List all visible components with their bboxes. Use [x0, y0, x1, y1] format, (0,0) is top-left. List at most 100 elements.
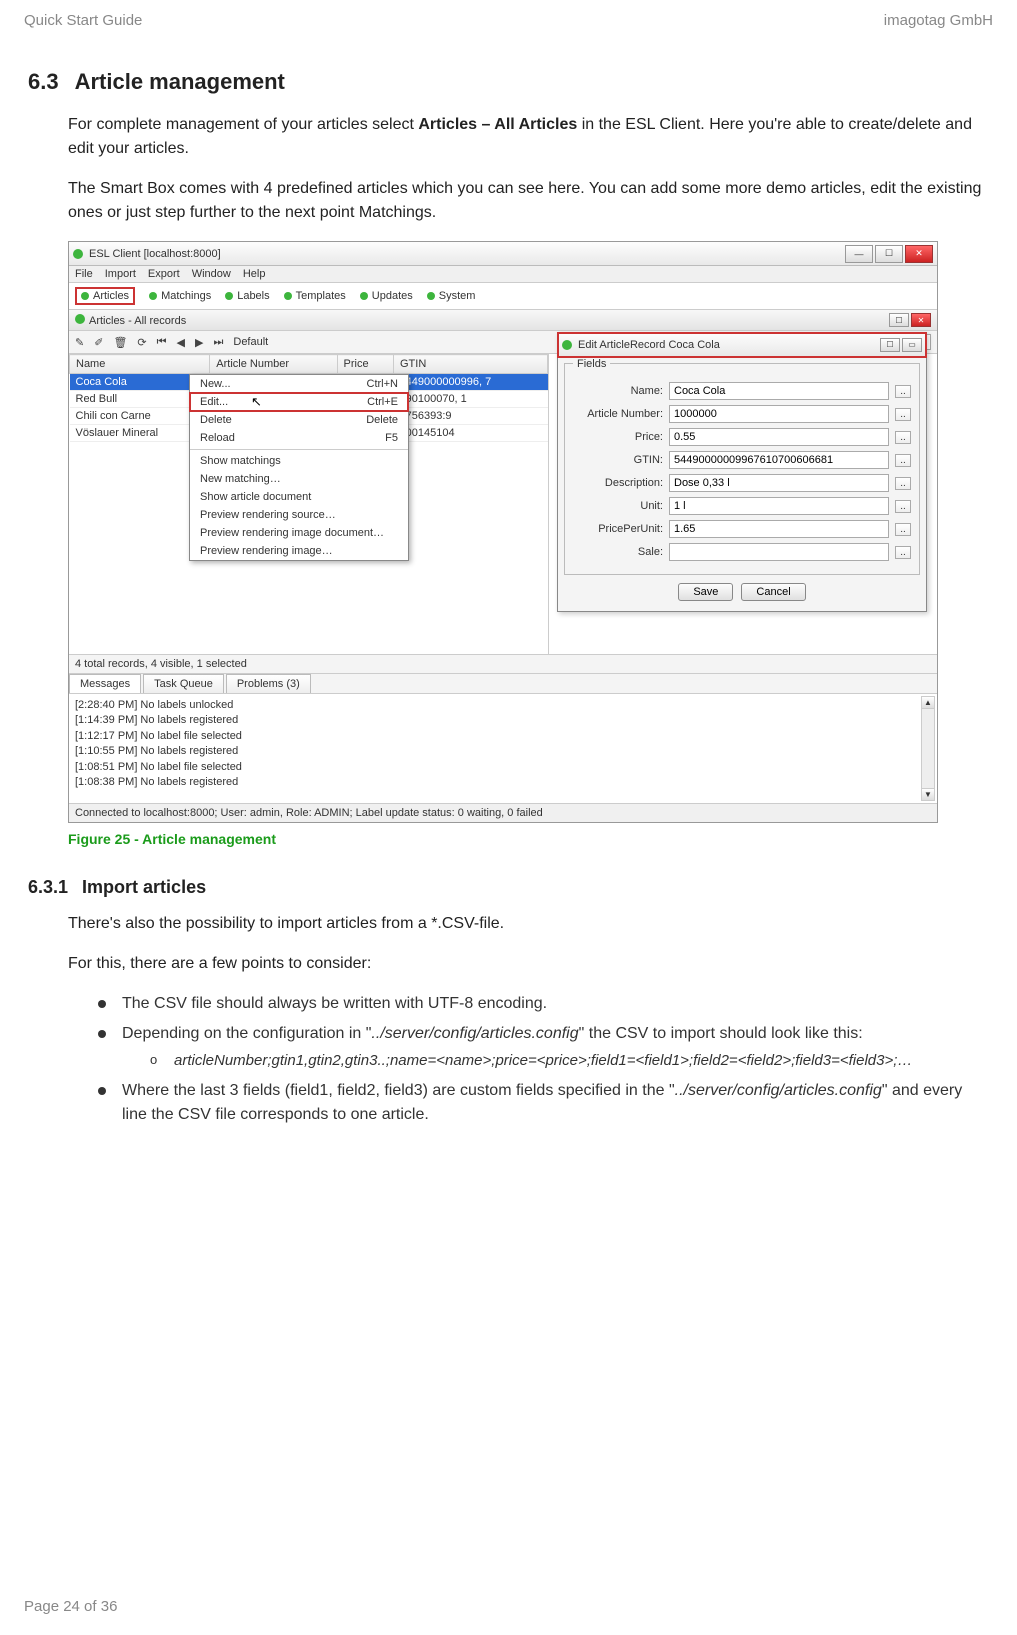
more-icon[interactable]: .. [895, 546, 911, 559]
sub-close-button[interactable]: ✕ [911, 313, 931, 327]
col-price[interactable]: Price [337, 355, 393, 374]
input-gtin[interactable] [669, 451, 889, 469]
more-icon[interactable]: .. [895, 385, 911, 398]
input-article-number[interactable] [669, 405, 889, 423]
delete-icon[interactable]: 🗑 [113, 336, 127, 349]
ctx-new-matching[interactable]: New matching… [190, 470, 408, 488]
close-button[interactable]: ✕ [905, 245, 933, 263]
label-sale: Sale: [573, 546, 663, 558]
tab-problems[interactable]: Problems (3) [226, 674, 311, 693]
menu-export[interactable]: Export [148, 268, 180, 280]
scrollbar[interactable]: ▲ ▼ [921, 696, 935, 801]
input-unit[interactable] [669, 497, 889, 515]
next-icon[interactable]: ▶ [195, 336, 203, 349]
ctx-prev-img[interactable]: Preview rendering image… [190, 542, 408, 560]
pill-templates[interactable]: Templates [284, 290, 346, 302]
ctx-label: Show matchings [200, 455, 281, 467]
ctx-label: Preview rendering image document… [200, 527, 384, 539]
more-icon[interactable]: .. [895, 523, 911, 536]
input-description[interactable] [669, 474, 889, 492]
app-titlebar: ESL Client [localhost:8000] — ☐ ✕ [69, 242, 937, 266]
pill-matchings[interactable]: Matchings [149, 290, 211, 302]
edit-icon[interactable]: ✐ [94, 336, 103, 349]
list-item: The CSV file should always be written wi… [98, 992, 989, 1016]
tab-messages[interactable]: Messages [69, 674, 141, 693]
ctx-label: Preview rendering source… [200, 509, 336, 521]
ctx-edit[interactable]: Edit... Ctrl+E [190, 393, 408, 411]
input-price-per-unit[interactable] [669, 520, 889, 538]
more-icon[interactable]: .. [895, 477, 911, 490]
menu-window[interactable]: Window [192, 268, 231, 280]
text: Depending on the configuration in " [122, 1025, 371, 1042]
dot-icon [360, 292, 368, 300]
section-num: 6.3 [28, 69, 59, 94]
ctx-shortcut: Ctrl+E [367, 396, 398, 408]
subsection-num: 6.3.1 [28, 877, 68, 897]
menu-help[interactable]: Help [243, 268, 266, 280]
label-price: Price: [573, 431, 663, 443]
edit-restore-button[interactable]: ☐ [880, 338, 900, 352]
scroll-up-icon[interactable]: ▲ [922, 697, 934, 709]
ctx-show-doc[interactable]: Show article document [190, 488, 408, 506]
label-gtin: GTIN: [573, 454, 663, 466]
ctx-reload[interactable]: ReloadF5 [190, 429, 408, 447]
para-1b-strong: Articles – All Articles [418, 116, 577, 133]
dot-icon [81, 292, 89, 300]
pill-updates[interactable]: Updates [360, 290, 413, 302]
pill-labels[interactable]: Labels [225, 290, 269, 302]
more-icon[interactable]: .. [895, 431, 911, 444]
save-button[interactable]: Save [678, 583, 733, 601]
more-icon[interactable]: .. [895, 454, 911, 467]
col-number[interactable]: Article Number [210, 355, 337, 374]
scroll-down-icon[interactable]: ▼ [922, 788, 934, 800]
edit-article-window: Edit ArticleRecord Coca Cola ☐ ▭ Fields … [557, 332, 927, 612]
prev-icon[interactable]: ◀ [177, 336, 185, 349]
input-name[interactable] [669, 382, 889, 400]
new-icon[interactable]: ✎ [75, 336, 84, 349]
col-gtin[interactable]: GTIN [394, 355, 548, 374]
minimize-button[interactable]: — [845, 245, 873, 263]
config-path: ../server/config/articles.config [371, 1025, 578, 1042]
ctx-prev-imgdoc[interactable]: Preview rendering image document… [190, 524, 408, 542]
sub-restore-button[interactable]: ☐ [889, 313, 909, 327]
pill-articles[interactable]: Articles [75, 287, 135, 305]
last-icon[interactable]: ⏭ [213, 336, 223, 349]
sub-header-title: Articles - All records [89, 315, 186, 327]
dot-icon [225, 292, 233, 300]
pill-system[interactable]: System [427, 290, 476, 302]
page-number: Page 24 of 36 [24, 1598, 117, 1615]
edit-max-button[interactable]: ▭ [902, 338, 922, 352]
pill-updates-label: Updates [372, 290, 413, 302]
menu-file[interactable]: File [75, 268, 93, 280]
tab-task-queue[interactable]: Task Queue [143, 674, 224, 693]
maximize-button[interactable]: ☐ [875, 245, 903, 263]
app-icon [73, 249, 83, 259]
connection-status: Connected to localhost:8000; User: admin… [69, 803, 937, 822]
log-line: [2:28:40 PM] No labels unlocked [75, 698, 931, 713]
nav-pills: Articles Matchings Labels Templates Upda… [69, 283, 937, 310]
dot-icon [75, 314, 85, 324]
ctx-new[interactable]: New...Ctrl+N [190, 375, 408, 393]
ctx-shortcut: Delete [366, 414, 398, 426]
pill-labels-label: Labels [237, 290, 269, 302]
label-unit: Unit: [573, 500, 663, 512]
articles-table-wrap: Name Article Number Price GTIN Coca Cola… [69, 354, 549, 654]
ctx-prev-source[interactable]: Preview rendering source… [190, 506, 408, 524]
reload-icon[interactable]: ⟳ [137, 336, 146, 349]
cell: 5449000000996, 7 [394, 374, 548, 391]
col-name[interactable]: Name [70, 355, 210, 374]
menu-import[interactable]: Import [105, 268, 136, 280]
more-icon[interactable]: .. [895, 408, 911, 421]
ctx-show-matchings[interactable]: Show matchings [190, 452, 408, 470]
first-icon[interactable]: ⏮ [157, 336, 167, 349]
cancel-button[interactable]: Cancel [741, 583, 805, 601]
input-price[interactable] [669, 428, 889, 446]
log-line: [1:14:39 PM] No labels registered [75, 713, 931, 728]
label-article-number: Article Number: [573, 408, 663, 420]
label-description: Description: [573, 477, 663, 489]
more-icon[interactable]: .. [895, 500, 911, 513]
input-sale[interactable] [669, 543, 889, 561]
ctx-delete[interactable]: DeleteDelete [190, 411, 408, 429]
ctx-label: Edit... [200, 396, 228, 408]
para-1: For complete management of your articles… [68, 113, 989, 161]
